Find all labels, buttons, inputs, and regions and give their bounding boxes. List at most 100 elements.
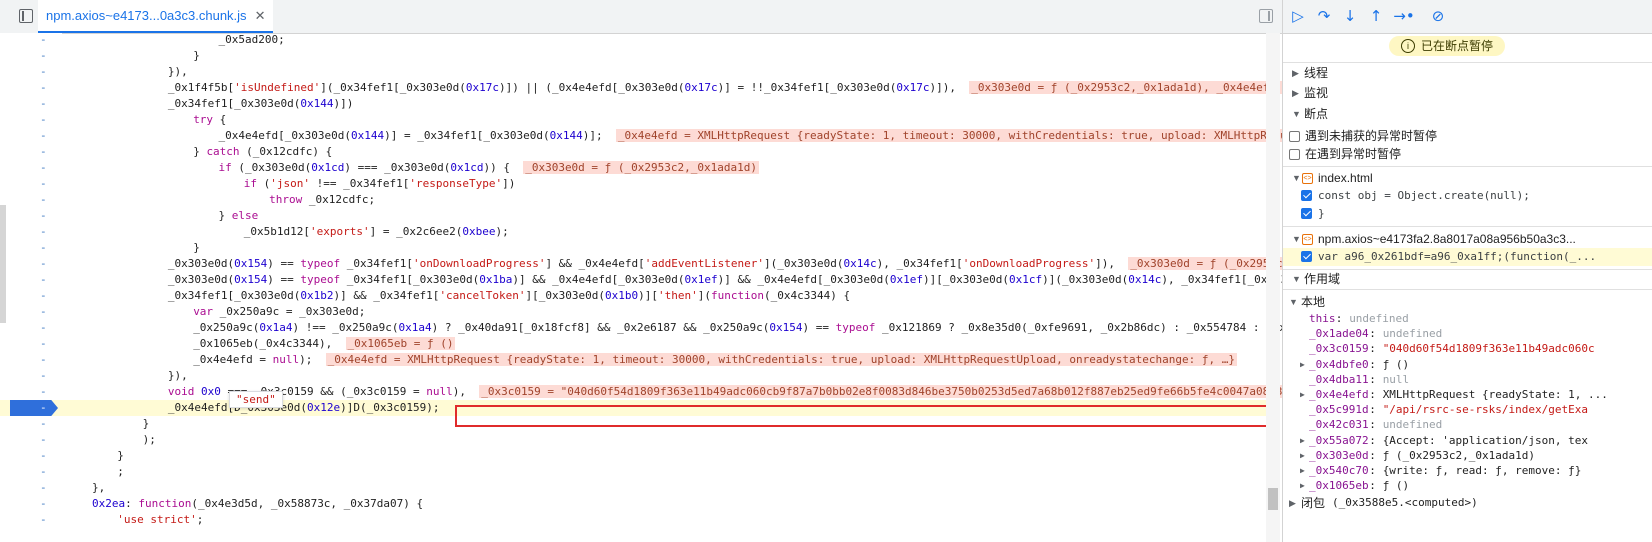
scope-variable[interactable]: _0x42c031: undefined <box>1283 417 1652 432</box>
scope-variable[interactable]: ▶ _0x540c70: {write: ƒ, read: ƒ, remove: … <box>1283 463 1652 478</box>
line-number[interactable]: - <box>10 288 58 304</box>
scope-variable[interactable]: _0x1ade04: undefined <box>1283 326 1652 341</box>
code-line[interactable]: - try { <box>0 112 1266 128</box>
code-line[interactable]: - 'use strict'; <box>0 512 1266 528</box>
code-line[interactable]: -}), <box>0 64 1266 80</box>
expand-icon[interactable]: ▶ <box>1300 478 1305 493</box>
code-line[interactable]: - _0x303e0d(0x154) == typeof _0x34fef1['o… <box>0 256 1282 272</box>
pause-uncaught-option[interactable]: 遇到未捕获的异常时暂停 <box>1283 128 1652 145</box>
bp-checkbox[interactable] <box>1301 251 1312 262</box>
line-number[interactable]: - <box>10 272 58 288</box>
line-number[interactable]: - <box>10 496 58 512</box>
line-number[interactable]: - <box>10 304 58 320</box>
bp-entry-active[interactable]: var a96_0x261bdf=a96_0xa1ff;(function(_.… <box>1283 248 1652 266</box>
section-scope[interactable]: ▼ 作用域 <box>1283 270 1652 288</box>
line-number[interactable]: - <box>10 160 58 176</box>
code-line[interactable]: -} <box>0 48 1266 64</box>
scope-variable[interactable]: this: undefined <box>1283 311 1652 326</box>
code-line[interactable]: - _0x5ad200; <box>0 33 1266 48</box>
scrollbar-track[interactable] <box>1266 33 1280 542</box>
line-number[interactable]: - <box>10 144 58 160</box>
line-number[interactable]: - <box>10 256 58 272</box>
code-line[interactable]: -} <box>0 448 1266 464</box>
code-line[interactable]: - _0x4e4efd = null); _0x4e4efd = XMLHttpR… <box>0 352 1266 368</box>
line-number[interactable]: - <box>10 96 58 112</box>
line-number[interactable]: - <box>10 33 58 48</box>
expand-icon[interactable]: ▶ <box>1300 357 1305 372</box>
step-out-icon[interactable]: ↑ <box>1365 6 1387 26</box>
bp-entry[interactable]: } <box>1283 205 1652 223</box>
code-line[interactable]: -} catch (_0x12cdfc) { <box>0 144 1266 160</box>
scope-variable[interactable]: ▶ _0x55a072: {Accept: 'application/json, … <box>1283 433 1652 448</box>
line-number[interactable]: - <box>10 400 58 416</box>
scope-variable[interactable]: ▶ _0x4e4efd: XMLHttpRequest {readyState: … <box>1283 387 1652 402</box>
line-number[interactable]: - <box>10 512 58 528</box>
scope-variable[interactable]: _0x4dba11: null <box>1283 372 1652 387</box>
section-watch[interactable]: ▶ 监视 <box>1283 84 1652 102</box>
line-number[interactable]: - <box>10 128 58 144</box>
pause-caught-checkbox[interactable] <box>1289 149 1300 160</box>
code-line[interactable]: - _0x1f4f5b['isUndefined'](_0x34fef1[_0x3… <box>0 80 1282 96</box>
file-tab[interactable]: npm.axios~e4173...0a3c3.chunk.js ✕ <box>38 0 274 33</box>
scope-variable[interactable]: _0x5c991d: "/api/rsrc-se-rsks/index/getE… <box>1283 402 1652 417</box>
line-number[interactable]: - <box>10 320 58 336</box>
bp-entry[interactable]: const obj = Object.create(null); <box>1283 187 1652 205</box>
line-number[interactable]: - <box>10 112 58 128</box>
code-line[interactable]: -} else <box>0 208 1266 224</box>
line-number[interactable]: - <box>10 368 58 384</box>
code-line[interactable]: - _0x303e0d(0x154) == typeof _0x34fef1[_0… <box>0 272 1282 288</box>
line-number[interactable]: - <box>10 240 58 256</box>
line-number[interactable]: - <box>10 208 58 224</box>
deactivate-breakpoints-icon[interactable]: ⊘ <box>1427 6 1449 26</box>
scope-closure[interactable]: ▶ 闭包 (_0x3588e5.<computed>) <box>1283 494 1652 512</box>
line-number[interactable]: - <box>10 384 58 400</box>
code-line[interactable]: - 0x2ea: function(_0x4e3d5d, _0x58873c, _… <box>0 496 1266 512</box>
section-breakpoints[interactable]: ▼ 断点 <box>1283 105 1652 123</box>
code-line[interactable]: - void 0x0 === _0x3c0159 && (_0x3c0159 = … <box>0 384 1282 400</box>
line-number[interactable]: - <box>10 352 58 368</box>
expand-icon[interactable]: ▶ <box>1300 387 1305 402</box>
line-number[interactable]: - <box>10 464 58 480</box>
code-line[interactable]: - _0x5b1d12['exports'] = _0x2c6ee2(0xbee)… <box>0 224 1266 240</box>
code-line[interactable]: - _0x34fef1[_0x303e0d(0x144)]) <box>0 96 1266 112</box>
step-into-icon[interactable]: ↓ <box>1339 6 1361 26</box>
line-number[interactable]: - <box>10 416 58 432</box>
code-line[interactable]: - _0x250a9c(0x1a4) !== _0x250a9c(0x1a4) ?… <box>0 320 1282 336</box>
scope-variable[interactable]: ▶ _0x4dbfe0: ƒ () <box>1283 357 1652 372</box>
bp-checkbox[interactable] <box>1301 190 1312 201</box>
line-number[interactable]: - <box>10 80 58 96</box>
line-number[interactable]: - <box>10 480 58 496</box>
code-line[interactable]: -}), <box>0 368 1266 384</box>
code-line[interactable]: -} <box>0 240 1266 256</box>
bp-checkbox[interactable] <box>1301 208 1312 219</box>
pause-uncaught-checkbox[interactable] <box>1289 131 1300 142</box>
bp-file-axios[interactable]: ▼ <> npm.axios~e4173fa2.8a8017a08a956b50… <box>1283 230 1652 248</box>
code-editor[interactable]: - _0x5ad200; -} -}), - _0x1f4f5b['isUndefined… <box>0 33 1282 542</box>
line-number[interactable]: - <box>10 192 58 208</box>
toggle-debugger-icon[interactable] <box>1259 9 1273 23</box>
code-line[interactable]: -); <box>0 432 1266 448</box>
step-over-icon[interactable]: ↷ <box>1313 6 1335 26</box>
scrollbar-thumb[interactable] <box>1268 488 1278 510</box>
line-number[interactable]: - <box>10 448 58 464</box>
line-number[interactable]: - <box>10 48 58 64</box>
close-icon[interactable]: ✕ <box>255 8 266 24</box>
resume-icon[interactable]: ▷ <box>1287 6 1309 26</box>
scope-variable[interactable]: ▶ _0x303e0d: ƒ (_0x2953c2,_0x1ada1d) <box>1283 448 1652 463</box>
expand-icon[interactable]: ▶ <box>1300 433 1305 448</box>
line-number[interactable]: - <box>10 224 58 240</box>
toggle-navigator-icon[interactable] <box>19 9 33 23</box>
code-line[interactable]: - _0x1065eb(_0x4c3344), _0x1065eb = ƒ () <box>0 336 1266 352</box>
line-number[interactable]: - <box>10 336 58 352</box>
code-line[interactable]: -}, <box>0 480 1266 496</box>
code-line[interactable]: - var _0x250a9c = _0x303e0d; <box>0 304 1266 320</box>
scope-variable[interactable]: _0x3c0159: "040d60f54d1809f363e11b49adc0… <box>1283 341 1652 356</box>
line-number[interactable]: - <box>10 176 58 192</box>
step-icon[interactable]: →• <box>1393 6 1415 26</box>
code-line[interactable]: - _0x4e4efd[_0x303e0d(0x144)] = _0x34fef1… <box>0 128 1282 144</box>
bp-file-index[interactable]: ▼ <> index.html <box>1283 169 1652 187</box>
pause-caught-option[interactable]: 在遇到异常时暂停 <box>1283 146 1652 163</box>
line-number[interactable]: - <box>10 64 58 80</box>
scope-variable[interactable]: ▶ _0x1065eb: ƒ () <box>1283 478 1652 493</box>
code-line[interactable]: - if (_0x303e0d(0x1cd) === _0x303e0d(0x1c… <box>0 160 1266 176</box>
